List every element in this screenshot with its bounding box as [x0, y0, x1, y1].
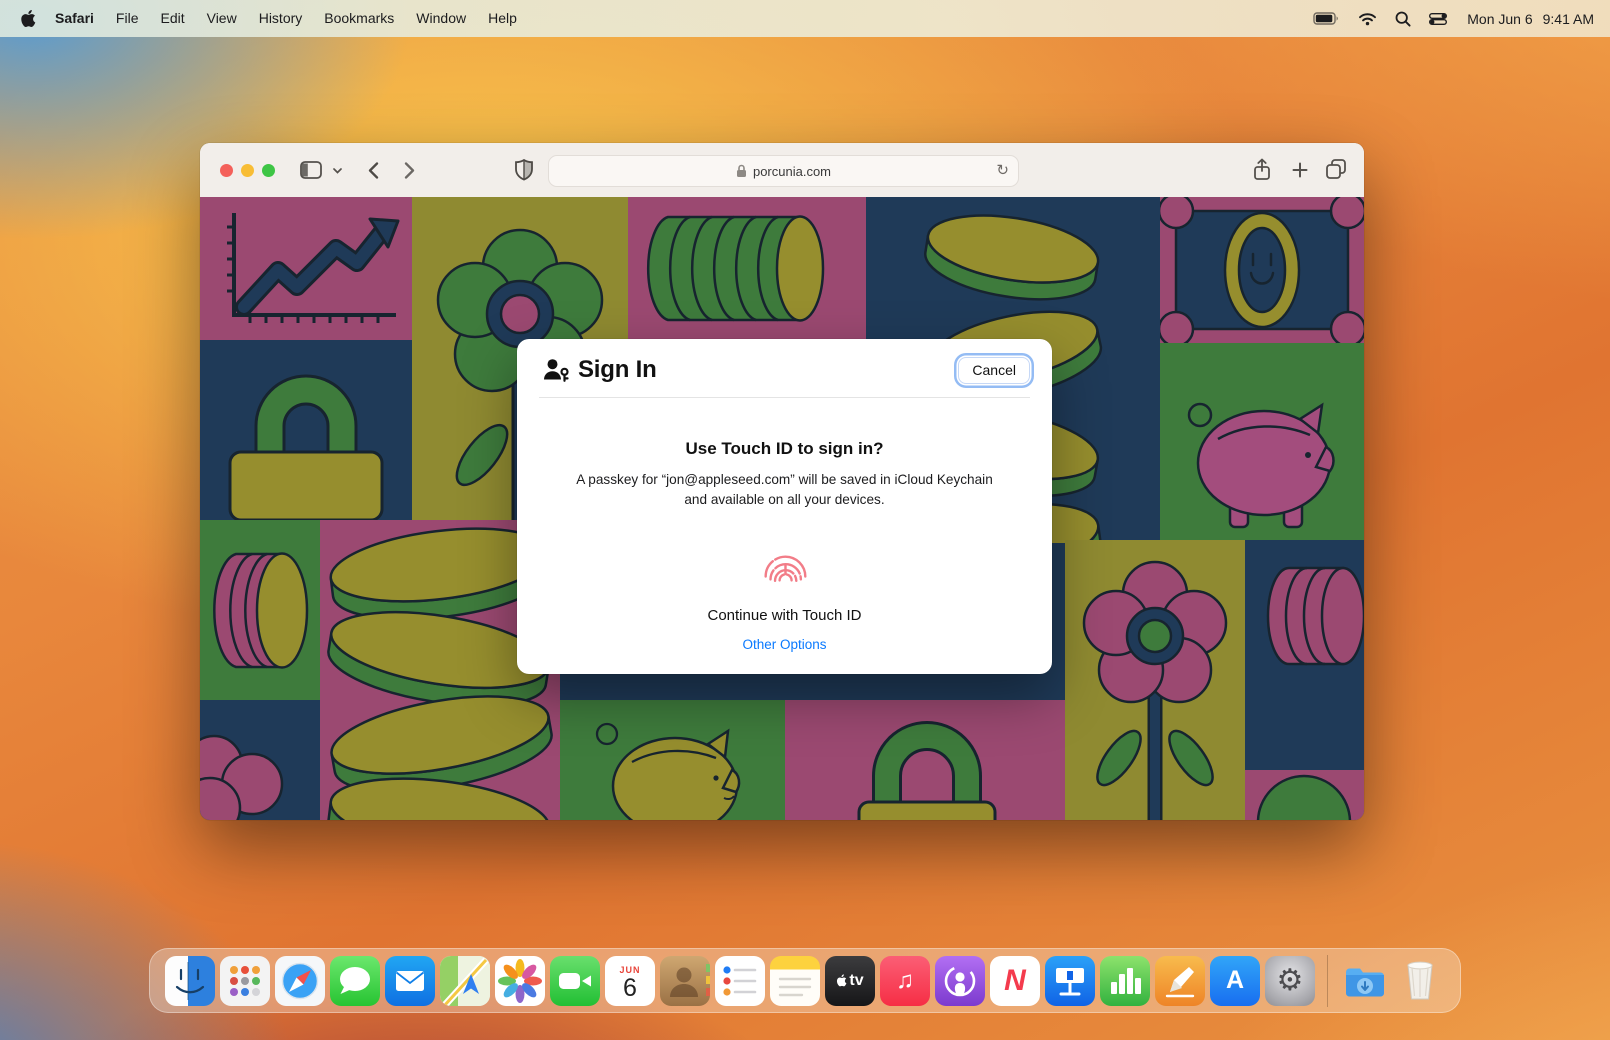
menubar-time[interactable]: 9:41 AM — [1543, 11, 1594, 27]
menu-item-view[interactable]: View — [196, 0, 248, 37]
dock-icon-finder[interactable] — [165, 956, 215, 1006]
fingerprint-icon — [756, 532, 814, 592]
dock-icon-tv[interactable]: tv — [825, 956, 875, 1006]
menu-item-history[interactable]: History — [248, 0, 314, 37]
gear-icon: ⚙ — [1277, 966, 1304, 996]
continue-with-touchid-label: Continue with Touch ID — [517, 607, 1052, 624]
passkey-sign-in-dialog: Sign In Cancel Use Touch ID to sign in? … — [517, 339, 1052, 674]
music-note-icon: ♫ — [896, 969, 914, 993]
apple-menu-icon[interactable] — [21, 10, 36, 27]
lock-icon — [736, 164, 747, 178]
dialog-divider — [539, 397, 1030, 398]
battery-icon[interactable] — [1309, 12, 1344, 25]
dock-icon-facetime[interactable] — [550, 956, 600, 1006]
dock-icon-mail[interactable] — [385, 956, 435, 1006]
dock-icon-pages[interactable] — [1155, 956, 1205, 1006]
tile-smiley-bill — [1160, 197, 1364, 343]
dock-icon-notes[interactable] — [770, 956, 820, 1006]
tile-side-coins — [200, 520, 320, 700]
back-button[interactable] — [368, 162, 379, 179]
dialog-header: Sign In Cancel — [517, 339, 1052, 397]
tile-padlock — [200, 340, 412, 520]
dock-icon-podcasts[interactable] — [935, 956, 985, 1006]
dialog-title: Sign In — [578, 356, 657, 384]
tab-overview-icon[interactable] — [1326, 159, 1346, 179]
dock-icon-calendar[interactable]: JUN 6 — [605, 956, 655, 1006]
spotlight-search-icon[interactable] — [1391, 11, 1415, 27]
control-center-icon[interactable] — [1425, 13, 1451, 25]
cancel-button[interactable]: Cancel — [958, 357, 1030, 384]
other-options-link[interactable]: Other Options — [517, 637, 1052, 652]
tile-green-circle — [1245, 770, 1364, 820]
menu-item-file[interactable]: File — [105, 0, 150, 37]
menu-item-edit[interactable]: Edit — [149, 0, 195, 37]
menubar-date[interactable]: Mon Jun 6 — [1467, 11, 1532, 27]
tile-flower-2 — [1065, 540, 1245, 820]
tile-coin-roll — [628, 197, 866, 340]
safari-window: porcunia.com ↻ — [200, 143, 1364, 820]
dock-icon-messages[interactable] — [330, 956, 380, 1006]
passkey-description: A passkey for “jon@appleseed.com” will b… — [569, 470, 1001, 509]
dock-icon-photos[interactable] — [495, 956, 545, 1006]
tv-label: tv — [849, 972, 863, 990]
touchid-heading: Use Touch ID to sign in? — [517, 439, 1052, 459]
news-logo: N — [1004, 966, 1026, 996]
dock-icon-trash[interactable] — [1395, 956, 1445, 1006]
zoom-window-button[interactable] — [262, 164, 275, 177]
dock-icon-contacts[interactable] — [660, 956, 710, 1006]
dock-icon-music[interactable]: ♫ — [880, 956, 930, 1006]
dock-icon-launchpad[interactable] — [220, 956, 270, 1006]
calendar-day-label: 6 — [623, 975, 637, 1001]
share-icon[interactable] — [1252, 158, 1272, 182]
forward-button[interactable] — [404, 162, 415, 179]
menu-item-help[interactable]: Help — [477, 0, 528, 37]
menu-bar: Safari File Edit View History Bookmarks … — [0, 0, 1610, 37]
tile-coin-roll-2 — [1245, 540, 1364, 770]
tile-padlock-2 — [785, 700, 1065, 820]
sidebar-icon[interactable] — [300, 161, 322, 179]
safari-toolbar: porcunia.com ↻ — [200, 143, 1364, 198]
tile-piggy-bank-2 — [560, 700, 785, 820]
address-bar[interactable]: porcunia.com ↻ — [548, 155, 1019, 187]
desktop-wallpaper: Safari File Edit View History Bookmarks … — [0, 0, 1610, 1040]
chevron-down-icon[interactable] — [333, 168, 342, 174]
dock-icon-news[interactable]: N — [990, 956, 1040, 1006]
dock: JUN 6 tv ♫ N — [149, 948, 1461, 1013]
tile-cloud — [200, 700, 320, 820]
dock-icon-settings[interactable]: ⚙ — [1265, 956, 1315, 1006]
dock-divider — [1327, 955, 1328, 1007]
tile-line-chart — [200, 197, 412, 340]
url-text: porcunia.com — [753, 164, 831, 179]
dock-icon-appstore[interactable]: A — [1210, 956, 1260, 1006]
dock-icon-numbers[interactable] — [1100, 956, 1150, 1006]
reload-icon[interactable]: ↻ — [996, 161, 1009, 179]
privacy-shield-icon[interactable] — [515, 159, 533, 181]
dock-icon-maps[interactable] — [440, 956, 490, 1006]
dock-icon-downloads[interactable] — [1340, 956, 1390, 1006]
close-window-button[interactable] — [220, 164, 233, 177]
person-key-icon — [543, 358, 569, 382]
menu-item-window[interactable]: Window — [405, 0, 477, 37]
dock-icon-reminders[interactable] — [715, 956, 765, 1006]
menu-item-safari[interactable]: Safari — [44, 0, 105, 37]
dock-icon-keynote[interactable] — [1045, 956, 1095, 1006]
appstore-logo: A — [1226, 966, 1244, 995]
tile-piggy-bank — [1160, 343, 1364, 540]
menu-item-bookmarks[interactable]: Bookmarks — [313, 0, 405, 37]
dock-icon-safari[interactable] — [275, 956, 325, 1006]
wifi-icon[interactable] — [1354, 12, 1381, 26]
new-tab-icon[interactable] — [1292, 162, 1308, 178]
minimize-window-button[interactable] — [241, 164, 254, 177]
